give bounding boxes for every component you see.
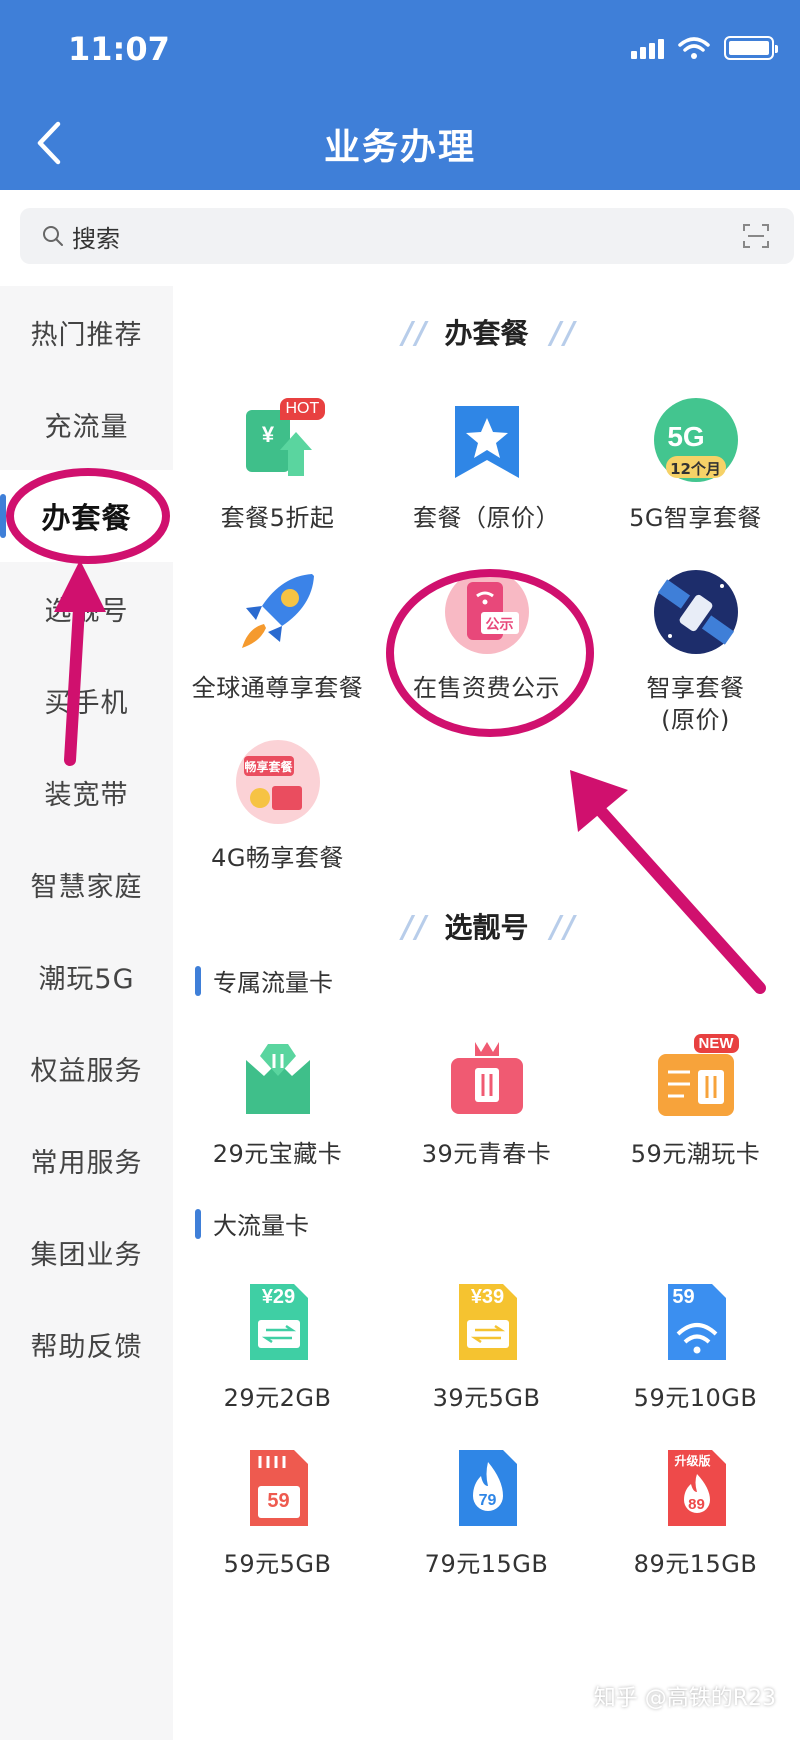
sidebar-item-hot[interactable]: 热门推荐 (0, 286, 173, 378)
sidebar-item-broadband[interactable]: 装宽带 (0, 746, 173, 838)
hot-plan-icon: ¥ HOT (232, 396, 326, 488)
card-label: 39元5GB (432, 1384, 541, 1412)
status-time: 11:07 (68, 30, 170, 68)
sidebar-item-group[interactable]: 集团业务 (0, 1206, 173, 1298)
plan-badge: 畅享套餐 (244, 760, 293, 774)
treasure-card-icon (232, 1032, 324, 1124)
card-item-59-5gb[interactable]: 59 59元5GB (173, 1442, 382, 1580)
plan-label: 4G畅享套餐 (211, 844, 344, 872)
sidebar-item-benefits[interactable]: 权益服务 (0, 1022, 173, 1114)
sidebar-item-help[interactable]: 帮助反馈 (0, 1298, 173, 1390)
price-badge: 79 (478, 1492, 497, 1509)
sim-39-icon: ¥39 (441, 1276, 533, 1368)
sidebar-item-topup[interactable]: 充流量 (0, 378, 173, 470)
sidebar-item-smart-home[interactable]: 智慧家庭 (0, 838, 173, 930)
trend-card-icon: NEW (650, 1032, 742, 1124)
sim-59-wifi-icon: 59 (650, 1276, 742, 1368)
card-label: 59元10GB (633, 1384, 758, 1412)
card-label: 79元15GB (424, 1550, 549, 1578)
duration-badge: 12个月 (670, 460, 721, 478)
plan-label: 套餐（原价） (413, 504, 560, 532)
rocket-icon (232, 566, 324, 658)
svg-text:¥: ¥ (261, 422, 274, 447)
svg-text:5G: 5G (667, 421, 704, 452)
card-label: 89元15GB (633, 1550, 758, 1578)
battery-icon (724, 36, 778, 60)
notice-badge: 公示 (485, 617, 514, 633)
phone-screen: 11:07 业务办理 搜索 热门推荐 充流量 办套餐 选靓号 买手机 装宽带 智… (0, 0, 800, 1740)
card-item-youth[interactable]: 39元青春卡 (382, 1032, 591, 1170)
star-bookmark-icon (441, 396, 533, 488)
plan-label: 智享套餐 (原价) (646, 674, 745, 734)
sim-59-icon: 59 (232, 1442, 324, 1534)
card-label: 59元5GB (223, 1550, 332, 1578)
search-icon (43, 226, 63, 246)
price-badge: 89 (688, 1496, 705, 1513)
category-sidebar: 热门推荐 充流量 办套餐 选靓号 买手机 装宽带 智慧家庭 潮玩5G 权益服务 … (0, 286, 173, 1740)
plan-item-global[interactable]: 全球通尊享套餐 (173, 566, 382, 704)
search-placeholder: 搜索 (72, 224, 120, 253)
sidebar-item-common[interactable]: 常用服务 (0, 1114, 173, 1206)
sidebar-item-5g[interactable]: 潮玩5G (0, 930, 173, 1022)
plan-item-4g[interactable]: 畅享套餐 4G畅享套餐 (173, 736, 382, 874)
plan-label: 5G智享套餐 (629, 504, 762, 532)
card-item-39-5gb[interactable]: ¥39 39元5GB (382, 1276, 591, 1414)
plan-label: 套餐5折起 (220, 504, 335, 532)
wifi-icon (678, 37, 710, 59)
youth-card-icon (441, 1032, 533, 1124)
plan-item-smart-original[interactable]: 智享套餐 (原价) (591, 566, 800, 736)
card-item-29-2gb[interactable]: ¥29 29元2GB (173, 1276, 382, 1414)
card-item-59-10gb[interactable]: 59 59元10GB (591, 1276, 800, 1414)
price-badge: ¥29 (261, 1286, 296, 1308)
plan-item-tariff-notice[interactable]: 公示 在售资费公示 (382, 566, 591, 704)
page-title: 业务办理 (323, 127, 476, 168)
new-badge: NEW (693, 1034, 739, 1053)
price-badge: 59 (672, 1286, 695, 1308)
price-badge: ¥39 (470, 1286, 505, 1308)
section-title-numbers: / / 选靓号 / / (402, 910, 575, 945)
search-input[interactable]: 搜索 (20, 208, 794, 264)
sub-title-big-data-cards: 大流量卡 (195, 1206, 309, 1241)
status-icons (631, 36, 778, 60)
card-label: 29元宝藏卡 (212, 1140, 343, 1168)
card-label: 39元青春卡 (421, 1140, 552, 1168)
card-item-trend[interactable]: NEW 59元潮玩卡 (591, 1032, 800, 1170)
plan-label: 全球通尊享套餐 (191, 674, 364, 702)
app-header: 11:07 业务办理 (0, 0, 800, 190)
scan-icon[interactable] (742, 222, 770, 250)
card-item-79-15gb[interactable]: 79 79元15GB (382, 1442, 591, 1580)
plan-item-half-price[interactable]: ¥ HOT 套餐5折起 (173, 396, 382, 534)
main-content: / / 办套餐 / / ¥ HOT 套餐5折起 套餐（原价） 5G 12个月 5… (173, 286, 800, 1740)
sub-title-exclusive-cards: 专属流量卡 (195, 963, 333, 998)
watermark: 知乎 @高铁的R23 (593, 1686, 776, 1711)
section-title-plans: / / 办套餐 / / (402, 316, 575, 351)
card-item-89-15gb[interactable]: 升级版 89 89元15GB (591, 1442, 800, 1580)
card-label: 59元潮玩卡 (630, 1140, 761, 1168)
sidebar-item-plans[interactable]: 办套餐 (0, 470, 173, 562)
hot-badge: HOT (279, 398, 326, 420)
price-badge: 59 (267, 1490, 290, 1512)
signal-icon (631, 37, 664, 59)
tariff-notice-icon: 公示 (441, 566, 533, 658)
search-bar-area: 搜索 (0, 190, 800, 286)
card-item-treasure[interactable]: 29元宝藏卡 (173, 1032, 382, 1170)
plan-label: 在售资费公示 (413, 674, 560, 702)
sim-29-icon: ¥29 (232, 1276, 324, 1368)
5g-icon: 5G 12个月 (650, 396, 742, 488)
card-label: 29元2GB (223, 1384, 332, 1412)
sidebar-item-phones[interactable]: 买手机 (0, 654, 173, 746)
4g-plan-icon: 畅享套餐 (232, 736, 324, 828)
sidebar-item-numbers[interactable]: 选靓号 (0, 562, 173, 654)
plan-item-original[interactable]: 套餐（原价） (382, 396, 591, 534)
upgrade-badge: 升级版 (674, 1454, 711, 1468)
satellite-icon (650, 566, 742, 658)
sim-89-upgrade-icon: 升级版 89 (650, 1442, 742, 1534)
plan-item-5g[interactable]: 5G 12个月 5G智享套餐 (591, 396, 800, 534)
sim-79-flame-icon: 79 (441, 1442, 533, 1534)
